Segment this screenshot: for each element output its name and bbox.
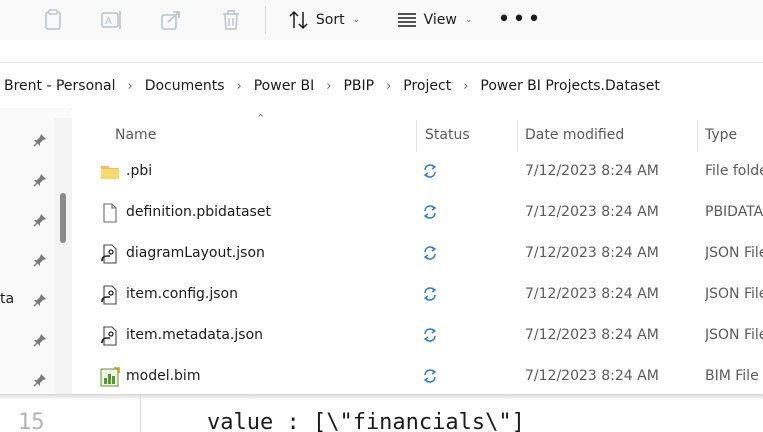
share-button[interactable] xyxy=(156,4,186,36)
file-row[interactable]: item.config.json 7/12/2023 8:24 AM JSON … xyxy=(72,275,763,315)
file-type: File folde xyxy=(705,163,763,179)
file-row[interactable]: diagramLayout.json 7/12/2023 8:24 AM JSO… xyxy=(72,234,763,274)
column-header-date-modified[interactable]: Date modified xyxy=(525,127,624,143)
file-name[interactable]: definition.pbidataset xyxy=(126,204,271,220)
file-type: JSON File xyxy=(705,245,763,261)
pin-icon xyxy=(33,292,47,307)
file-row[interactable]: definition.pbidataset 7/12/2023 8:24 AM … xyxy=(72,193,763,233)
column-header-status[interactable]: Status xyxy=(425,127,470,143)
pin-icon xyxy=(33,332,47,347)
file-list[interactable]: ⌃ Name Status Date modified Type .pbi 7/… xyxy=(72,108,763,394)
column-divider[interactable] xyxy=(517,120,518,152)
sync-status-icon xyxy=(422,245,442,265)
more-options-button[interactable]: ••• xyxy=(498,4,541,36)
breadcrumb-item[interactable]: Brent - Personal xyxy=(4,78,116,94)
file-row[interactable]: .pbi 7/12/2023 8:24 AM File folde xyxy=(72,152,763,192)
chevron-right-icon[interactable]: › xyxy=(463,79,468,94)
chevron-right-icon[interactable]: › xyxy=(326,79,331,94)
json-file-icon xyxy=(100,326,120,346)
file-row[interactable]: item.metadata.json 7/12/2023 8:24 AM JSO… xyxy=(72,316,763,356)
svg-text:A: A xyxy=(105,16,112,27)
sync-status-icon xyxy=(422,204,442,224)
file-date-modified: 7/12/2023 8:24 AM xyxy=(525,368,659,384)
folder-icon xyxy=(100,162,120,182)
pin-icon xyxy=(33,372,47,387)
file-name[interactable]: model.bim xyxy=(126,368,200,384)
nav-scrollbar-thumb[interactable] xyxy=(60,193,66,243)
sync-status-icon xyxy=(422,163,442,183)
rename-icon: A xyxy=(100,9,124,31)
pin-icon xyxy=(33,132,47,147)
file-name[interactable]: diagramLayout.json xyxy=(126,245,265,261)
column-header-type[interactable]: Type xyxy=(705,127,737,143)
sort-button[interactable]: Sort ⌄ xyxy=(284,4,364,36)
sort-ascending-icon: ⌃ xyxy=(256,112,266,125)
chevron-down-icon: ⌄ xyxy=(464,15,473,25)
toolbar-divider xyxy=(265,6,266,34)
file-name[interactable]: item.config.json xyxy=(126,286,238,302)
bim-file-icon xyxy=(100,367,120,387)
command-bar: A Sort ⌄ View ⌄ ••• xyxy=(0,0,763,40)
json-file-icon xyxy=(100,285,120,305)
file-type: JSON File xyxy=(705,286,763,302)
breadcrumb: Brent - Personal › Documents › Power BI … xyxy=(0,78,660,94)
file-type: BIM File xyxy=(705,368,759,384)
breadcrumb-item[interactable]: Project xyxy=(403,78,451,94)
file-type: JSON File xyxy=(705,327,763,343)
file-date-modified: 7/12/2023 8:24 AM xyxy=(525,327,659,343)
paste-button[interactable] xyxy=(38,4,68,36)
breadcrumb-item[interactable]: Power BI xyxy=(254,78,315,94)
sort-icon xyxy=(288,10,310,30)
chevron-down-icon: ⌄ xyxy=(352,15,361,25)
clipboard-icon xyxy=(43,9,63,31)
view-label: View xyxy=(423,12,457,28)
window-shadow xyxy=(0,394,763,400)
pin-icon xyxy=(33,212,47,227)
file-name[interactable]: item.metadata.json xyxy=(126,327,263,343)
chevron-right-icon[interactable]: › xyxy=(237,79,242,94)
pin-icon xyxy=(33,252,47,267)
sync-status-icon xyxy=(422,327,442,347)
view-icon xyxy=(396,12,418,28)
file-date-modified: 7/12/2023 8:24 AM xyxy=(525,163,659,179)
line-number: 15 xyxy=(18,410,45,432)
sync-status-icon xyxy=(422,368,442,388)
file-type: PBIDATA xyxy=(705,204,763,220)
nav-scrollbar[interactable] xyxy=(54,118,72,394)
view-button[interactable]: View ⌄ xyxy=(391,4,477,36)
json-file-icon xyxy=(100,244,120,264)
delete-button[interactable] xyxy=(216,4,246,36)
column-header-name[interactable]: Name xyxy=(115,127,156,143)
file-date-modified: 7/12/2023 8:24 AM xyxy=(525,204,659,220)
column-divider[interactable] xyxy=(697,120,698,152)
file-icon xyxy=(100,203,120,223)
delete-icon xyxy=(221,9,241,31)
code-line: value : [\"financials\"] xyxy=(207,410,525,432)
file-name[interactable]: .pbi xyxy=(126,163,152,179)
rename-button[interactable]: A xyxy=(97,4,127,36)
breadcrumb-item[interactable]: Documents xyxy=(145,78,225,94)
file-date-modified: 7/12/2023 8:24 AM xyxy=(525,245,659,261)
breadcrumb-item[interactable]: PBIP xyxy=(343,78,374,94)
nav-item-label[interactable]: ta xyxy=(0,291,14,307)
breadcrumb-item-current[interactable]: Power BI Projects.Dataset xyxy=(480,78,659,94)
chevron-right-icon[interactable]: › xyxy=(128,79,133,94)
sync-status-icon xyxy=(422,286,442,306)
pin-icon xyxy=(33,172,47,187)
more-icon: ••• xyxy=(497,7,543,32)
file-row[interactable]: model.bim 7/12/2023 8:24 AM BIM File xyxy=(72,357,763,397)
sort-label: Sort xyxy=(315,12,345,28)
address-bar[interactable]: Brent - Personal › Documents › Power BI … xyxy=(0,62,763,110)
column-divider[interactable] xyxy=(416,120,417,152)
chevron-right-icon[interactable]: › xyxy=(386,79,391,94)
share-icon xyxy=(160,9,182,31)
file-date-modified: 7/12/2023 8:24 AM xyxy=(525,286,659,302)
